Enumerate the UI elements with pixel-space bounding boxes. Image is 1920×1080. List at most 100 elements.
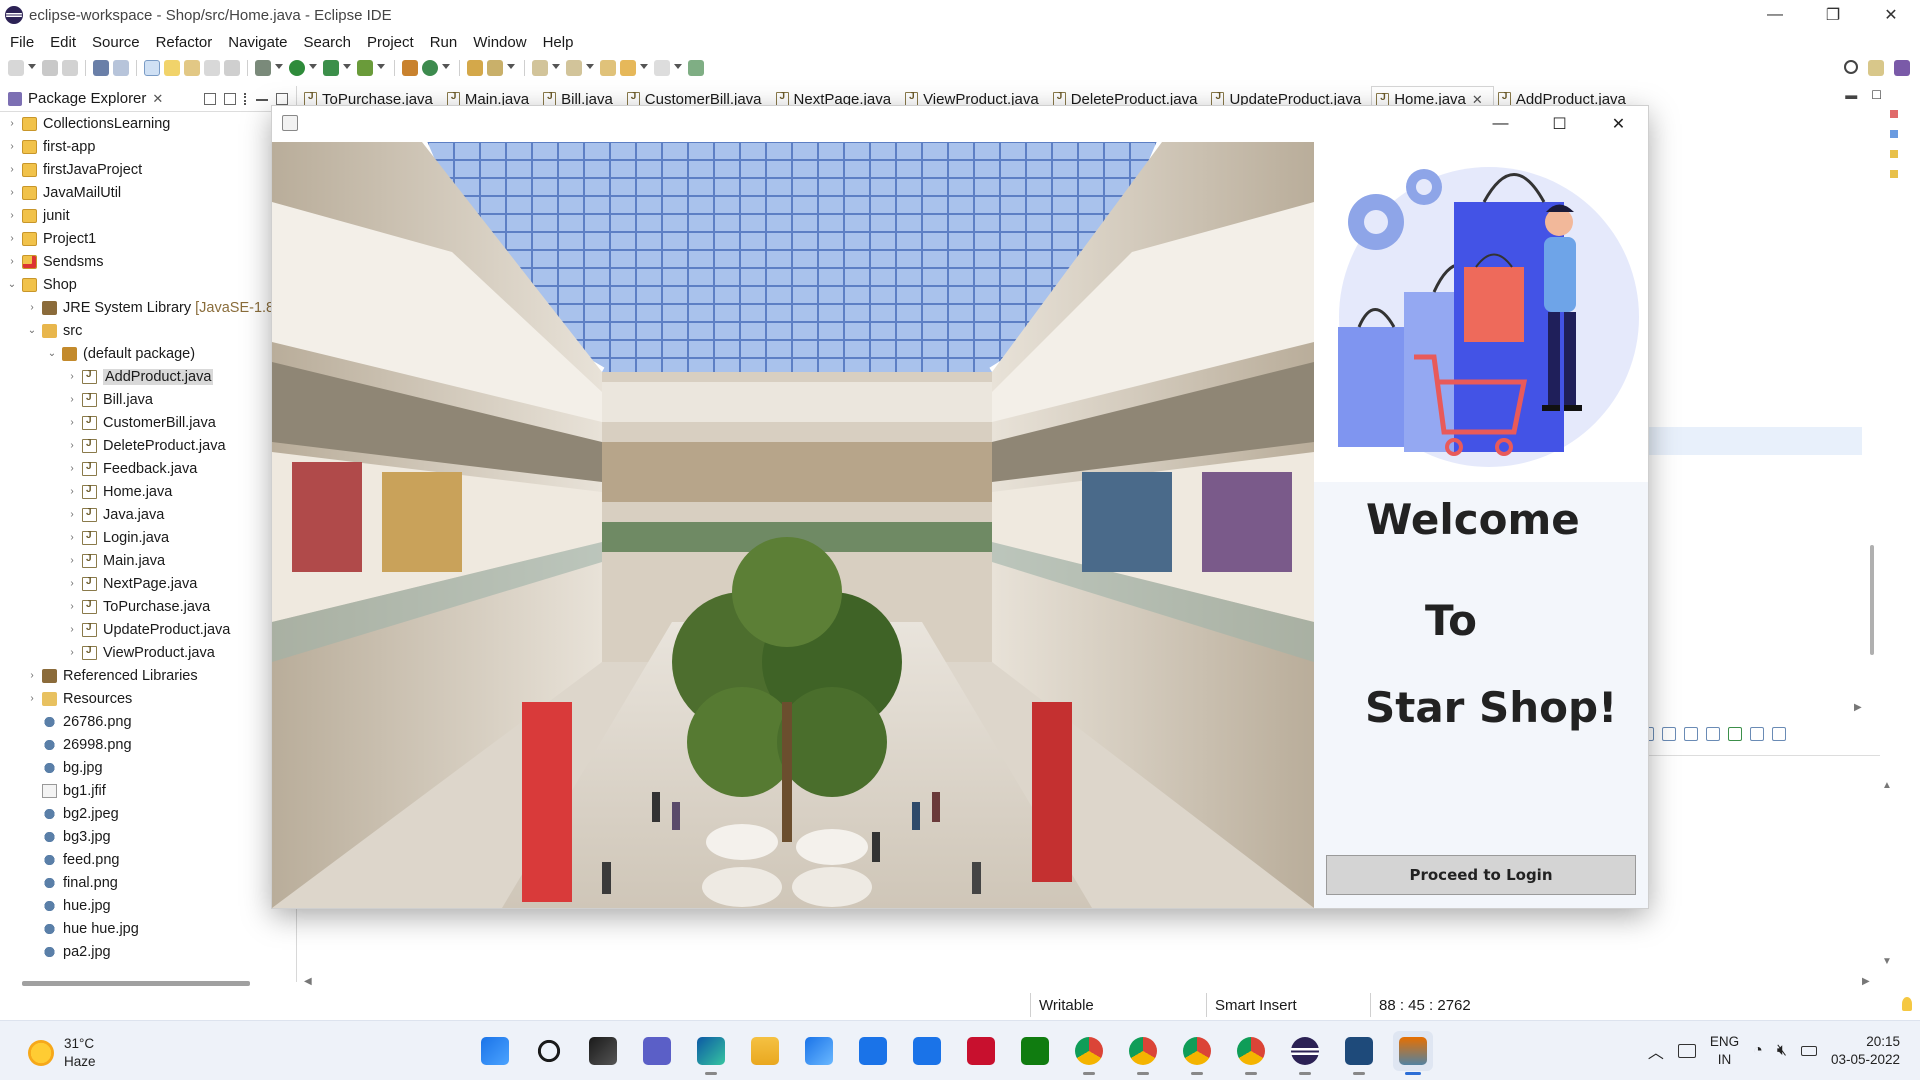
tree-item[interactable]: › AddProduct.java xyxy=(0,365,296,388)
open-console-icon[interactable] xyxy=(1750,727,1764,741)
taskbar-app-button[interactable] xyxy=(1231,1031,1271,1075)
collapsed-chevron-icon[interactable]: › xyxy=(6,210,18,221)
coverage-icon[interactable] xyxy=(323,60,339,76)
menu-search[interactable]: Search xyxy=(295,34,359,51)
search-toolbar-icon[interactable] xyxy=(487,60,503,76)
new-icon[interactable] xyxy=(8,60,24,76)
scroll-up-icon[interactable]: ▲ xyxy=(1882,780,1892,791)
taskbar-app-button[interactable] xyxy=(1123,1031,1163,1075)
menu-file[interactable]: File xyxy=(2,34,42,51)
pin-editor-icon[interactable] xyxy=(688,60,704,76)
tree-item[interactable]: › Feedback.java xyxy=(0,457,296,480)
minimize-button[interactable]: — xyxy=(1746,0,1804,30)
menu-refactor[interactable]: Refactor xyxy=(148,34,221,51)
tree-item[interactable]: 26786.png xyxy=(0,710,296,733)
restore-button[interactable]: ❐ xyxy=(1804,0,1862,30)
collapsed-chevron-icon[interactable]: › xyxy=(6,233,18,244)
package-explorer-scrollbar[interactable] xyxy=(22,981,250,986)
forward-dropdown-icon[interactable] xyxy=(674,64,682,72)
taskbar-app-button[interactable] xyxy=(1339,1031,1379,1075)
taskbar-app-button[interactable] xyxy=(1069,1031,1109,1075)
block-selection-icon[interactable] xyxy=(184,60,200,76)
app-maximize-button[interactable]: ☐ xyxy=(1530,106,1589,142)
taskbar-app-button[interactable] xyxy=(1015,1031,1055,1071)
collapsed-chevron-icon[interactable]: › xyxy=(66,647,78,658)
save-icon[interactable] xyxy=(42,60,58,76)
menu-help[interactable]: Help xyxy=(535,34,582,51)
tree-item[interactable]: › junit xyxy=(0,204,296,227)
package-explorer-close-icon[interactable]: ✕ xyxy=(152,91,163,107)
collapsed-chevron-icon[interactable]: › xyxy=(26,693,38,704)
open-type-icon[interactable] xyxy=(467,60,483,76)
collapsed-chevron-icon[interactable]: › xyxy=(6,256,18,267)
taskbar-app-button[interactable] xyxy=(799,1031,839,1071)
coverage-dropdown-icon[interactable] xyxy=(343,64,351,72)
tree-item[interactable]: › JRE System Library [JavaSE-1.8] xyxy=(0,296,296,319)
tree-item[interactable]: › Home.java xyxy=(0,480,296,503)
debug-icon[interactable] xyxy=(255,60,271,76)
tree-item[interactable]: bg2.jpeg xyxy=(0,802,296,825)
info-marker-icon[interactable] xyxy=(1890,130,1898,138)
tray-overflow-icon[interactable]: ︿ xyxy=(1648,1039,1664,1063)
menu-project[interactable]: Project xyxy=(359,34,422,51)
new-java-class-icon[interactable] xyxy=(422,60,438,76)
word-wrap-icon[interactable] xyxy=(204,60,220,76)
previous-annotation-icon[interactable] xyxy=(566,60,582,76)
tree-item[interactable]: pa2.jpg xyxy=(0,940,296,963)
tree-item[interactable]: hue.jpg xyxy=(0,894,296,917)
tree-item[interactable]: › Sendsms xyxy=(0,250,296,273)
taskbar-app-button[interactable] xyxy=(961,1031,1001,1071)
collapsed-chevron-icon[interactable]: › xyxy=(66,417,78,428)
tree-item[interactable]: › UpdateProduct.java xyxy=(0,618,296,641)
tree-item[interactable]: ⌄ src xyxy=(0,319,296,342)
scroll-left-icon[interactable]: ◀ xyxy=(304,976,312,987)
back-icon[interactable] xyxy=(620,60,636,76)
taskbar-app-button[interactable] xyxy=(907,1031,947,1071)
scroll-right-icon[interactable]: ▶ xyxy=(1854,702,1862,713)
collapsed-chevron-icon[interactable]: › xyxy=(66,509,78,520)
taskbar-app-button[interactable] xyxy=(475,1031,515,1071)
tree-item[interactable]: final.png xyxy=(0,871,296,894)
search-icon[interactable] xyxy=(1844,60,1858,74)
collapsed-chevron-icon[interactable]: › xyxy=(66,463,78,474)
close-button[interactable]: ✕ xyxy=(1862,0,1920,30)
menu-source[interactable]: Source xyxy=(84,34,148,51)
tree-item[interactable]: › ViewProduct.java xyxy=(0,641,296,664)
run-icon[interactable] xyxy=(289,60,305,76)
next-annotation-dropdown-icon[interactable] xyxy=(552,64,560,72)
volume-muted-icon[interactable]: 🔇︎ xyxy=(1777,1042,1787,1060)
menu-run[interactable]: Run xyxy=(422,34,466,51)
toggle-mark-occurrences-icon[interactable] xyxy=(144,60,160,76)
console-display-icon[interactable] xyxy=(1728,727,1742,741)
language-indicator[interactable]: ENG IN xyxy=(1710,1033,1739,1069)
menu-navigate[interactable]: Navigate xyxy=(220,34,295,51)
console-pin-icon[interactable] xyxy=(1706,727,1720,741)
previous-annotation-dropdown-icon[interactable] xyxy=(586,64,594,72)
tree-item[interactable]: › ToPurchase.java xyxy=(0,595,296,618)
collapsed-chevron-icon[interactable]: › xyxy=(66,486,78,497)
java-perspective-icon[interactable] xyxy=(1894,60,1910,76)
collapsed-chevron-icon[interactable]: › xyxy=(6,141,18,152)
tree-item[interactable]: › Main.java xyxy=(0,549,296,572)
collapsed-chevron-icon[interactable]: › xyxy=(66,394,78,405)
taskbar-app-button[interactable] xyxy=(637,1031,677,1071)
tree-item[interactable]: › JavaMailUtil xyxy=(0,181,296,204)
skip-breakpoints-icon[interactable] xyxy=(113,60,129,76)
console-view-menu-icon[interactable] xyxy=(1772,727,1786,741)
wifi-icon[interactable]: ◔ xyxy=(1753,1042,1763,1060)
weather-widget[interactable]: 31°C Haze xyxy=(28,1035,96,1071)
collapsed-chevron-icon[interactable]: › xyxy=(6,164,18,175)
collapsed-chevron-icon[interactable]: › xyxy=(26,670,38,681)
collapsed-chevron-icon[interactable]: › xyxy=(6,118,18,129)
warning-marker-icon[interactable] xyxy=(1890,170,1898,178)
expanded-chevron-icon[interactable]: ⌄ xyxy=(26,325,38,336)
link-with-editor-icon[interactable] xyxy=(224,92,236,105)
debug-dropdown-icon[interactable] xyxy=(275,64,283,72)
battery-icon[interactable] xyxy=(1800,1046,1817,1056)
terminal-icon[interactable] xyxy=(93,60,109,76)
save-all-icon[interactable] xyxy=(62,60,78,76)
tree-item[interactable]: › Java.java xyxy=(0,503,296,526)
app-minimize-button[interactable]: — xyxy=(1471,106,1530,142)
package-explorer-tab[interactable]: Package Explorer ✕ xyxy=(0,86,296,112)
tree-item[interactable]: › Referenced Libraries xyxy=(0,664,296,687)
